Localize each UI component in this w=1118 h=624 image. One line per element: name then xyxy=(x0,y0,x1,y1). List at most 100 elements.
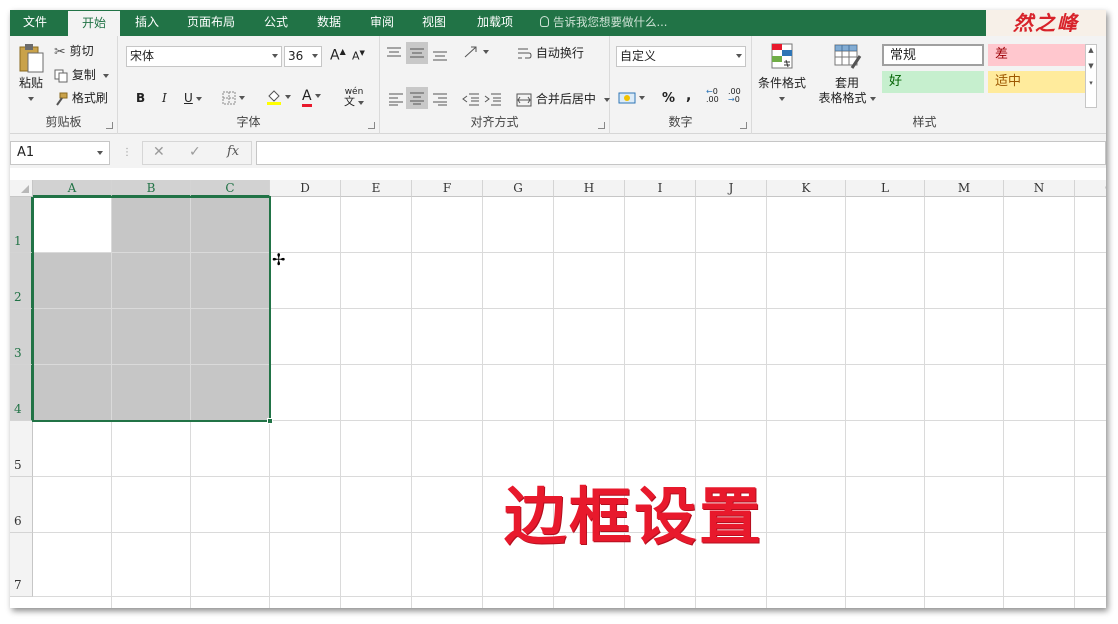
row-header-2[interactable]: 2 xyxy=(10,253,33,309)
cell-style-0[interactable]: 常规 xyxy=(882,44,984,66)
gallery-scroll-down-icon[interactable]: ▼ xyxy=(1086,55,1096,77)
align-left-icon[interactable] xyxy=(388,92,404,106)
italic-button[interactable]: I xyxy=(162,91,167,105)
tell-me-search[interactable]: 告诉我您想要做什么... xyxy=(540,10,667,36)
align-middle-button[interactable] xyxy=(406,42,428,64)
align-bottom-icon[interactable] xyxy=(432,48,448,62)
column-header-i[interactable]: I xyxy=(625,180,696,197)
formula-bar-grip-icon: ⋮ xyxy=(122,147,132,158)
percent-button[interactable]: % xyxy=(662,91,675,106)
copy-dropdown-icon[interactable] xyxy=(102,73,109,78)
decrease-decimal-button[interactable]: .00 →0 xyxy=(728,88,741,104)
column-header-m[interactable]: M xyxy=(925,180,1004,197)
tab-insert[interactable]: 插入 xyxy=(124,10,170,36)
font-name-select[interactable]: 宋体 xyxy=(126,46,282,67)
column-header-b[interactable]: B xyxy=(112,180,191,197)
cell-style-3[interactable]: 适中 xyxy=(988,71,1090,93)
grow-font-button[interactable]: A▲ xyxy=(330,47,346,64)
insert-function-icon[interactable]: fx xyxy=(227,144,239,159)
bold-button[interactable]: B xyxy=(136,91,145,105)
format-as-table-button[interactable]: 套用 表格格式 xyxy=(816,42,878,106)
cut-button[interactable]: ✂ 剪切 xyxy=(54,42,94,60)
column-header-j[interactable]: J xyxy=(696,180,767,197)
row-header-5[interactable]: 5 xyxy=(10,421,33,477)
font-name-dropdown-icon xyxy=(272,54,278,58)
styles-gallery-scroll[interactable]: ▲ ▼ ▾ xyxy=(1085,44,1097,108)
font-color-icon: A xyxy=(302,88,312,107)
tab-review[interactable]: 审阅 xyxy=(359,10,405,36)
wrap-text-button[interactable]: 自动换行 xyxy=(516,44,584,62)
font-launcher-icon[interactable] xyxy=(368,122,375,129)
paste-button[interactable]: 粘贴 xyxy=(16,42,46,105)
font-color-button[interactable]: A xyxy=(302,88,321,107)
cell-style-2[interactable]: 好 xyxy=(882,71,984,93)
align-top-icon[interactable] xyxy=(386,46,402,60)
row-header-3[interactable]: 3 xyxy=(10,309,33,365)
formula-input[interactable] xyxy=(256,141,1106,165)
column-header-g[interactable]: G xyxy=(483,180,554,197)
tab-addins[interactable]: 加载项 xyxy=(467,10,523,36)
row-header-6[interactable]: 6 xyxy=(10,477,33,533)
tab-view[interactable]: 视图 xyxy=(411,10,457,36)
merge-center-label: 合并后居中 xyxy=(535,92,596,106)
tab-data[interactable]: 数据 xyxy=(306,10,352,36)
conditional-format-button[interactable]: 条件格式 xyxy=(756,42,808,106)
column-header-k[interactable]: K xyxy=(767,180,846,197)
cut-label: 剪切 xyxy=(69,44,94,58)
align-right-icon[interactable] xyxy=(432,92,448,106)
tab-home[interactable]: 开始 xyxy=(68,11,120,36)
font-size-select[interactable]: 36 xyxy=(284,46,322,67)
underline-label: U xyxy=(184,91,193,105)
column-header-c[interactable]: C xyxy=(191,180,270,197)
increase-decimal-button[interactable]: ←0.00 xyxy=(706,88,719,104)
phonetic-button[interactable]: wén 文 xyxy=(344,88,364,108)
column-header-h[interactable]: H xyxy=(554,180,625,197)
name-box[interactable]: A1 xyxy=(10,141,110,165)
column-header-o[interactable]: O xyxy=(1075,180,1106,197)
format-painter-button[interactable]: 格式刷 xyxy=(54,89,108,106)
enter-icon[interactable]: ✓ xyxy=(189,144,201,160)
row-header-label: 3 xyxy=(14,346,22,360)
align-center-button[interactable] xyxy=(406,87,428,109)
clipboard-launcher-icon[interactable] xyxy=(106,122,113,129)
tab-formulas[interactable]: 公式 xyxy=(253,10,299,36)
phonetic-dropdown-icon xyxy=(358,100,364,105)
border-button[interactable] xyxy=(222,90,245,105)
name-box-value: A1 xyxy=(17,145,35,160)
paste-dropdown-icon[interactable] xyxy=(28,96,34,101)
row-header-4[interactable]: 4 xyxy=(10,365,33,421)
row-header-1[interactable]: 1 xyxy=(10,197,33,253)
alignment-launcher-icon[interactable] xyxy=(598,122,605,129)
tab-page-layout[interactable]: 页面布局 xyxy=(178,10,244,36)
column-header-n[interactable]: N xyxy=(1004,180,1075,197)
number-format-select[interactable]: 自定义 xyxy=(616,46,746,67)
row-header-7[interactable]: 7 xyxy=(10,533,33,597)
fill-color-button[interactable] xyxy=(266,89,291,105)
accounting-format-button[interactable] xyxy=(618,90,645,105)
comma-button[interactable]: , xyxy=(686,88,691,104)
ribbon-home: 粘贴 ✂ 剪切 复制 格式刷 剪贴板 宋体 36 A▲ A▼ B I U A w… xyxy=(10,36,1106,134)
orientation-button[interactable] xyxy=(462,44,489,60)
column-header-f[interactable]: F xyxy=(412,180,483,197)
cancel-icon[interactable]: ✕ xyxy=(153,144,165,160)
underline-button[interactable]: U xyxy=(184,91,202,105)
tab-file[interactable]: 文件 xyxy=(10,10,60,36)
column-gridline xyxy=(1074,197,1075,608)
cell-style-1[interactable]: 差 xyxy=(988,44,1090,66)
column-header-e[interactable]: E xyxy=(341,180,412,197)
copy-button[interactable]: 复制 xyxy=(54,66,109,83)
scissors-icon: ✂ xyxy=(54,43,66,60)
gallery-more-icon[interactable]: ▾ xyxy=(1086,77,1096,89)
gallery-scroll-up-icon[interactable]: ▲ xyxy=(1086,45,1096,55)
column-header-l[interactable]: L xyxy=(846,180,925,197)
decrease-indent-icon[interactable] xyxy=(462,92,480,106)
shrink-font-button[interactable]: A▼ xyxy=(352,49,365,63)
increase-indent-icon[interactable] xyxy=(484,92,502,106)
shrink-font-icon: A xyxy=(352,49,360,63)
fill-handle[interactable] xyxy=(267,418,273,424)
column-header-a[interactable]: A xyxy=(33,180,112,197)
select-all-button[interactable] xyxy=(10,180,33,197)
merge-center-button[interactable]: 合并后居中 xyxy=(516,90,610,108)
column-header-d[interactable]: D xyxy=(270,180,341,197)
number-launcher-icon[interactable] xyxy=(740,122,747,129)
